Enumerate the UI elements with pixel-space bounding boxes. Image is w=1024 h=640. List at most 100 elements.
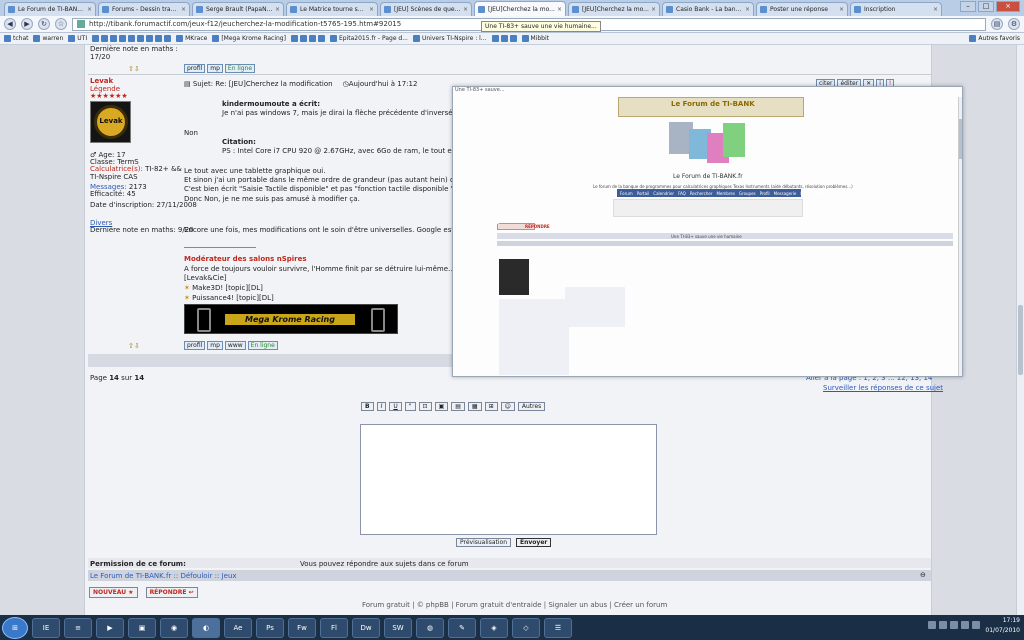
online-button[interactable]: En ligne — [247, 341, 278, 350]
taskbar-item[interactable]: ▣ — [128, 617, 156, 638]
scroll-thumb[interactable] — [1018, 305, 1023, 375]
minimize-icon[interactable]: – — [960, 1, 976, 12]
bold-button[interactable]: B — [361, 402, 374, 411]
reply-button[interactable]: RÉPONDRE ↩ — [145, 587, 198, 598]
clock[interactable]: 17:19 01/07/2010 — [985, 616, 1020, 636]
taskbar-item[interactable]: SW — [384, 617, 412, 638]
bookmark-item[interactable]: tchat — [4, 35, 28, 42]
link-button[interactable]: ▤ — [451, 402, 465, 411]
taskbar-item[interactable]: ▶ — [96, 617, 124, 638]
taskbar-item[interactable]: Fw — [288, 617, 316, 638]
more-tools-button[interactable]: Autres — [517, 402, 546, 411]
maximize-icon[interactable]: □ — [978, 1, 994, 12]
network-icon[interactable] — [972, 621, 980, 629]
close-tab-icon[interactable]: × — [181, 6, 186, 13]
reply-textarea[interactable] — [360, 424, 657, 535]
send-button[interactable]: Envoyer — [516, 538, 552, 547]
close-tab-icon[interactable]: × — [933, 6, 938, 13]
taskbar-item[interactable]: ◉ — [160, 617, 188, 638]
taskbar-item[interactable]: Dw — [352, 617, 380, 638]
quote-button[interactable]: " — [404, 402, 416, 411]
online-button[interactable]: En ligne — [224, 64, 256, 73]
video-button[interactable]: ▦ — [467, 402, 482, 411]
browser-tab[interactable]: [JEU]Cherchez la mo... × — [568, 2, 660, 16]
browser-tab[interactable]: Inscription × — [850, 2, 942, 16]
footer-links[interactable]: Forum gratuit | © phpBB | Forum gratuit … — [362, 601, 667, 609]
footer-breadcrumb[interactable]: Le Forum de TI-BANK.fr :: Défouloir :: J… — [90, 572, 237, 580]
preview-button[interactable]: Prévisualisation — [456, 538, 511, 547]
bookmark-item[interactable]: Mibbit — [521, 35, 549, 42]
taskbar-item[interactable]: ◈ — [480, 617, 508, 638]
bookmark-item[interactable]: UTI — [68, 35, 87, 42]
page-menu-icon[interactable]: ▤ — [991, 18, 1003, 30]
back-icon[interactable]: ◀ — [4, 18, 16, 30]
taskbar-item[interactable]: ≡ — [64, 617, 92, 638]
browser-tab[interactable]: Poster une réponse × — [756, 2, 848, 16]
underline-button[interactable]: U — [389, 402, 402, 411]
browser-tab[interactable]: Le Forum de TI-BAN... × — [4, 2, 96, 16]
close-tab-icon[interactable]: × — [745, 6, 750, 13]
browser-tab[interactable]: Forums - Dessin tradi... × — [98, 2, 190, 16]
profil-button[interactable]: profil — [184, 64, 206, 73]
bookmark-item[interactable]: [Mega Krome Racing] — [212, 35, 286, 42]
popup-scrollbar[interactable] — [958, 97, 962, 376]
bookmark-item[interactable] — [92, 35, 172, 42]
tab-preview-popup[interactable]: Une TI-83+ sauve... Le Forum de TI-BANK … — [452, 86, 963, 377]
close-tab-icon[interactable]: × — [651, 6, 656, 13]
mp-button[interactable]: mp — [207, 341, 223, 350]
taskbar-item[interactable]: ☰ — [544, 617, 572, 638]
code-button[interactable]: ⊡ — [418, 402, 432, 411]
close-tab-icon[interactable]: × — [275, 6, 280, 13]
tray-icon[interactable] — [939, 621, 947, 629]
reload-icon[interactable]: ↻ — [38, 18, 50, 30]
star-icon[interactable]: ☆ — [55, 18, 67, 30]
italic-button[interactable]: I — [376, 402, 387, 411]
bookmark-item[interactable] — [491, 35, 517, 42]
sig-project-2[interactable]: ✶ Puissance4! [topic][DL] — [184, 294, 274, 302]
watch-topic-link[interactable]: Surveiller les réponses de ce sujet — [823, 384, 943, 392]
bookmark-item[interactable]: MKrace — [176, 35, 207, 42]
browser-tab[interactable]: Casio Bank - La banq... × — [662, 2, 754, 16]
move-arrows-icon[interactable]: ⇧⇩ — [128, 342, 140, 350]
taskbar-item[interactable]: ✎ — [448, 617, 476, 638]
mp-button[interactable]: mp — [207, 64, 223, 73]
other-bookmarks[interactable]: Autres favoris — [969, 35, 1020, 42]
forward-icon[interactable]: ▶ — [21, 18, 33, 30]
wrench-icon[interactable]: ⚙ — [1008, 18, 1020, 30]
page-scrollbar[interactable] — [1016, 45, 1024, 615]
taskbar-item[interactable]: Fl — [320, 617, 348, 638]
tray-icon[interactable] — [950, 621, 958, 629]
image-button[interactable]: ▣ — [434, 402, 449, 411]
table-button[interactable]: ⊞ — [484, 402, 498, 411]
smiley-button[interactable]: ☺ — [500, 402, 515, 411]
taskbar-item[interactable]: Ps — [256, 617, 284, 638]
browser-tab[interactable]: Serge Brault (PapaNi... × — [192, 2, 284, 16]
bookmark-item[interactable]: Univers TI-Nspire : l... — [412, 35, 487, 42]
bookmark-item[interactable] — [290, 35, 325, 42]
www-button[interactable]: www — [224, 341, 246, 350]
start-button[interactable]: ⊞ — [2, 616, 28, 639]
mega-krome-banner[interactable]: Mega Krome Racing — [184, 304, 398, 334]
close-tab-icon[interactable]: × — [369, 6, 374, 13]
author-name[interactable]: Levak — [90, 77, 113, 85]
volume-icon[interactable] — [961, 621, 969, 629]
taskbar-item[interactable]: Ae — [224, 617, 252, 638]
popup-scroll-thumb[interactable] — [959, 119, 962, 159]
taskbar-item-chrome[interactable]: ◐ — [192, 617, 220, 638]
bookmark-item[interactable]: warren — [33, 35, 63, 42]
browser-tab[interactable]: Le Matrice tourne so... × — [286, 2, 378, 16]
browser-tab[interactable]: [JEU] Scènes de quel ... × — [380, 2, 472, 16]
tray-icon[interactable] — [928, 621, 936, 629]
sig-project-1[interactable]: ✶ Make3D! [topic][DL] — [184, 284, 263, 292]
profil-button[interactable]: profil — [184, 341, 206, 350]
close-tab-icon[interactable]: × — [87, 6, 92, 13]
new-topic-button[interactable]: NOUVEAU ★ — [89, 587, 138, 598]
close-window-icon[interactable]: × — [996, 1, 1020, 12]
close-tab-icon[interactable]: × — [839, 6, 844, 13]
close-tab-icon[interactable]: × — [557, 6, 562, 13]
move-arrows-icon[interactable]: ⇧⇩ — [128, 65, 140, 73]
taskbar-item[interactable]: ◍ — [416, 617, 444, 638]
taskbar-item[interactable]: IE — [32, 617, 60, 638]
close-tab-icon[interactable]: × — [463, 6, 468, 13]
taskbar-item[interactable]: ◇ — [512, 617, 540, 638]
